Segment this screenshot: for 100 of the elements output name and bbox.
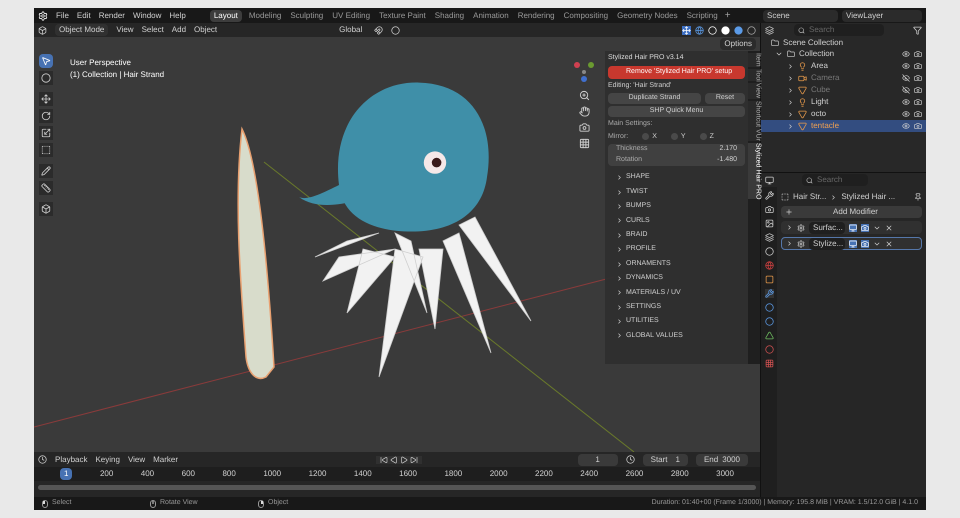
- render-icon[interactable]: [914, 74, 922, 82]
- add-cube-tool-icon[interactable]: [39, 202, 53, 216]
- editor-type-icon[interactable]: [38, 26, 47, 34]
- chevron-icon[interactable]: [616, 202, 623, 210]
- menu-item[interactable]: Window: [132, 10, 162, 22]
- output-tab-icon[interactable]: [764, 219, 774, 228]
- object-tab-icon[interactable]: [764, 275, 774, 284]
- modifier-header[interactable]: Surfac...: [781, 221, 922, 234]
- filter-icon[interactable]: [913, 26, 922, 34]
- outliner-row[interactable]: tentacle: [761, 120, 926, 132]
- measure-tool-icon[interactable]: [39, 181, 53, 195]
- add-modifier-button[interactable]: Add Modifier: [781, 206, 922, 218]
- eye-icon[interactable]: [902, 110, 910, 118]
- chevron-icon[interactable]: [616, 318, 623, 326]
- render-toggle-icon[interactable]: [861, 240, 869, 248]
- chevron-icon[interactable]: [786, 224, 793, 231]
- scene-tab-icon[interactable]: [764, 247, 774, 256]
- render-icon[interactable]: [914, 50, 922, 58]
- chevron-icon[interactable]: [775, 50, 783, 58]
- editor-type-icon[interactable]: [765, 176, 774, 184]
- menu-item[interactable]: Marker: [153, 454, 178, 466]
- rotate-tool-icon[interactable]: [39, 109, 53, 123]
- physics-tab-icon[interactable]: [764, 317, 774, 326]
- outliner-row[interactable]: Area: [761, 60, 926, 72]
- workspace-tab[interactable]: Texture Paint: [377, 10, 428, 22]
- workspace-tab[interactable]: Compositing: [562, 10, 610, 22]
- workspace-tab[interactable]: Rendering: [516, 10, 557, 22]
- workspace-tab[interactable]: Layout: [210, 10, 242, 22]
- annotate-tool-icon[interactable]: [39, 164, 53, 178]
- workspace-tab[interactable]: Geometry Nodes: [615, 10, 680, 22]
- checkbox[interactable]: [642, 133, 650, 140]
- menu-item[interactable]: Help: [169, 10, 186, 22]
- menu-item[interactable]: View: [116, 24, 134, 36]
- tree-item[interactable]: Collection: [799, 48, 834, 60]
- chevron-icon[interactable]: [616, 246, 623, 254]
- camera-icon[interactable]: [578, 122, 590, 133]
- end-frame-field[interactable]: End 3000: [696, 454, 748, 466]
- workspace-tab[interactable]: Scripting: [684, 10, 720, 22]
- eye-icon[interactable]: [902, 98, 910, 106]
- tentacle-drawing[interactable]: [237, 128, 275, 380]
- scale-tool-icon[interactable]: [39, 126, 53, 140]
- scrollbar[interactable]: [38, 485, 756, 490]
- data-tab-icon[interactable]: [764, 331, 774, 340]
- view-layer-tab-icon[interactable]: [764, 233, 774, 242]
- chevron-icon[interactable]: [616, 274, 623, 282]
- render-icon[interactable]: [914, 86, 922, 94]
- chevron-icon[interactable]: [616, 304, 623, 311]
- eye-icon[interactable]: [902, 122, 910, 130]
- mode-dropdown[interactable]: Object Mode: [55, 24, 108, 36]
- checkbox[interactable]: [670, 133, 678, 140]
- menu-item[interactable]: Keying: [95, 454, 120, 466]
- chevron-icon[interactable]: [786, 240, 793, 247]
- close-icon[interactable]: [885, 240, 893, 248]
- add-workspace-button[interactable]: +: [724, 8, 731, 23]
- overlay-toggle-icon[interactable]: [695, 26, 704, 34]
- options-dropdown[interactable]: Options: [720, 38, 756, 50]
- render-icon[interactable]: [914, 62, 922, 70]
- octopus-drawing[interactable]: [299, 82, 532, 378]
- chevron-icon[interactable]: [616, 332, 623, 340]
- scene-field[interactable]: Scene: [763, 10, 838, 22]
- display-mode-icon[interactable]: [765, 26, 774, 34]
- play-icon[interactable]: [400, 456, 408, 464]
- render-tab-icon[interactable]: [764, 205, 774, 214]
- render-icon[interactable]: [914, 122, 922, 130]
- cursor-tool-icon[interactable]: [39, 71, 53, 85]
- menu-item[interactable]: Playback: [55, 454, 88, 466]
- modifier-tab-icon[interactable]: [764, 289, 774, 298]
- current-frame-field[interactable]: 1: [578, 454, 618, 466]
- particles-tab-icon[interactable]: [764, 303, 774, 312]
- modifier-name-field[interactable]: Surfac...: [809, 222, 845, 234]
- eye-icon[interactable]: [902, 62, 910, 70]
- modifier-header[interactable]: Stylize...: [781, 237, 922, 250]
- workspace-tab[interactable]: Animation: [471, 10, 511, 22]
- move-tool-icon[interactable]: [39, 92, 53, 106]
- grid-icon[interactable]: [578, 138, 590, 149]
- menu-item[interactable]: File: [56, 10, 69, 22]
- tree-item[interactable]: Scene Collection: [783, 36, 844, 48]
- workspace-tab[interactable]: UV Editing: [330, 10, 372, 22]
- chevron-icon[interactable]: [616, 289, 623, 296]
- select-tool-icon[interactable]: [39, 54, 53, 68]
- viewport-toggle-icon[interactable]: [849, 240, 857, 248]
- workspace-tab[interactable]: Shading: [432, 10, 466, 22]
- modifier-name-field[interactable]: Stylize...: [809, 238, 845, 250]
- axis-gizmo-icon[interactable]: [571, 59, 597, 85]
- gizmo-toggle-icon[interactable]: [682, 26, 691, 34]
- eye-closed-icon[interactable]: [902, 74, 910, 82]
- eye-icon[interactable]: [902, 50, 910, 58]
- render-toggle-icon[interactable]: [861, 224, 869, 232]
- menu-item[interactable]: Add: [172, 24, 186, 36]
- menu-item[interactable]: Select: [142, 24, 164, 36]
- hand-icon[interactable]: [578, 106, 590, 117]
- outliner-row[interactable]: octo: [761, 108, 926, 120]
- viewport-toggle-icon[interactable]: [849, 224, 857, 232]
- stopwatch-icon[interactable]: [626, 455, 635, 464]
- circle-icon[interactable]: [391, 26, 400, 34]
- workspace-tab[interactable]: Modeling: [246, 10, 284, 22]
- editor-type-icon[interactable]: [38, 455, 47, 464]
- magnet-icon[interactable]: [374, 26, 384, 34]
- chevron-icon[interactable]: [616, 232, 623, 239]
- tool-tab-icon[interactable]: [764, 191, 774, 200]
